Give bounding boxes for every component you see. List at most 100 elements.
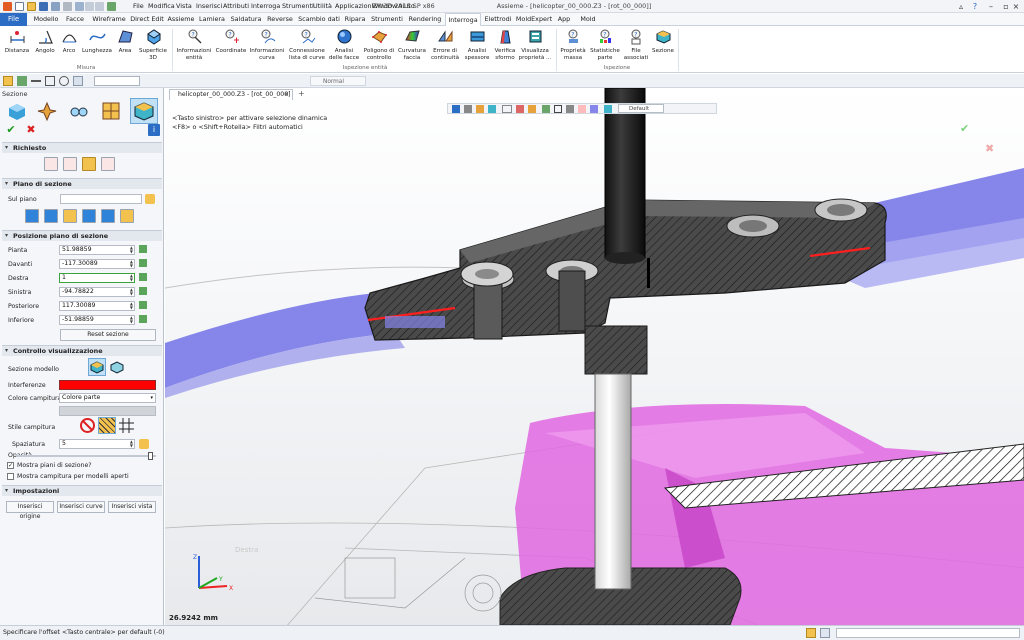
destra-field[interactable]: 1 ▲ ▼	[59, 273, 135, 283]
cancel-icon[interactable]: ✖	[24, 124, 38, 136]
visualizza-proprieta-button[interactable]: Visualizza proprietà ...	[518, 28, 552, 61]
status-icon-2[interactable]	[820, 628, 830, 638]
tab-rendering[interactable]: Rendering	[407, 13, 443, 26]
tab-reverse[interactable]: Reverse	[265, 13, 295, 26]
tab-facce[interactable]: Facce	[62, 13, 88, 26]
distanza-button[interactable]: Distanza	[2, 28, 32, 55]
info-icon[interactable]: i	[148, 124, 160, 136]
filter-icon[interactable]	[3, 76, 13, 86]
menu-window[interactable]: Window	[372, 2, 397, 10]
inserisci-curve-button[interactable]: Inserisci curve	[57, 501, 105, 513]
section-plane-offset-icon[interactable]	[63, 157, 77, 171]
menu-attributi[interactable]: Attributi	[223, 2, 249, 10]
save-icon[interactable]	[39, 2, 48, 11]
view-zoom-icon[interactable]	[554, 105, 562, 113]
spaziatura-field[interactable]: 5 ▲ ▼	[59, 439, 135, 449]
menu-interroga[interactable]: Interroga	[251, 2, 280, 10]
tab-direct-edit[interactable]: Direct Edit	[129, 13, 165, 26]
tab-modello[interactable]: Modello	[31, 13, 61, 26]
view-refresh-icon[interactable]	[464, 105, 472, 113]
reset-sezione-button[interactable]: Reset sezione	[60, 329, 156, 341]
view-orient-icon[interactable]	[452, 105, 460, 113]
plane-front-icon[interactable]	[82, 209, 96, 223]
tab-lamiera[interactable]: Lamiera	[197, 13, 227, 26]
snap-icon[interactable]	[73, 76, 83, 86]
menu-strumenti[interactable]: Strumenti	[282, 2, 314, 10]
section-plane-type-icon[interactable]	[44, 157, 58, 171]
sezione-button[interactable]: Sezione	[651, 28, 675, 55]
confirm-icon[interactable]: ✔	[960, 122, 969, 135]
section-posizione[interactable]: Posizione piano di sezione	[2, 230, 162, 241]
circle-icon[interactable]	[59, 76, 69, 86]
mode-view-icon[interactable]	[68, 100, 90, 122]
section-model-solid-icon[interactable]	[88, 358, 106, 376]
open-folder-icon[interactable]	[27, 2, 36, 11]
curvatura-faccia-button[interactable]: Curvatura faccia	[397, 28, 427, 61]
mode-mirror-icon[interactable]	[6, 100, 28, 122]
menu-file[interactable]: File	[133, 2, 144, 10]
tab-file[interactable]: File	[0, 13, 27, 26]
interferenze-color-swatch[interactable]	[59, 380, 156, 390]
3d-viewport[interactable]: <Tasto sinistro> per attivare selezione …	[165, 88, 1024, 625]
coordinate-button[interactable]: ? Coordinate	[214, 28, 248, 55]
analisi-facce-button[interactable]: Analisi delle facce	[328, 28, 360, 61]
inserisci-origine-button[interactable]: Inserisci origine	[6, 501, 54, 520]
tab-app[interactable]: App	[555, 13, 573, 26]
menu-vista[interactable]: Vista	[176, 2, 192, 10]
tab-ripara[interactable]: Ripara	[342, 13, 368, 26]
view-color-icon[interactable]	[528, 105, 536, 113]
tab-interroga[interactable]: Interroga	[445, 13, 481, 27]
tab-moldexpert[interactable]: MoldExpert	[515, 13, 553, 26]
document-tab[interactable]: helicopter_00_000.Z3 - [rot_00_000] ×	[169, 89, 293, 100]
verifica-sformo-button[interactable]: Verifica sformo	[492, 28, 518, 61]
tab-elettrodi[interactable]: Elettrodi	[483, 13, 513, 26]
opacita-slider-track[interactable]	[16, 455, 156, 457]
cut-icon[interactable]	[75, 2, 84, 11]
poligono-controllo-button[interactable]: Poligono di controllo	[361, 28, 397, 61]
status-icon-1[interactable]	[806, 628, 816, 638]
sul-piano-field[interactable]	[60, 194, 142, 204]
statistiche-parte-button[interactable]: ? Statistiche parte	[589, 28, 621, 61]
undo-icon[interactable]	[85, 2, 94, 11]
box-icon[interactable]	[45, 76, 55, 86]
menu-modifica[interactable]: Modifica	[148, 2, 175, 10]
pianta-field[interactable]: 51.98859 ▲ ▼	[59, 245, 135, 255]
proprieta-massa-button[interactable]: ? Proprietà massa	[558, 28, 588, 61]
informazioni-entita-button[interactable]: ? Informazioni entità	[175, 28, 213, 61]
tab-wireframe[interactable]: Wireframe	[90, 13, 128, 26]
line-icon[interactable]	[31, 80, 41, 82]
hatch-lines-icon[interactable]	[98, 417, 116, 434]
menu-utilita[interactable]: Utilità	[313, 2, 332, 10]
hatch-grid-icon[interactable]	[118, 417, 135, 434]
mode-section-icon[interactable]	[130, 98, 158, 124]
angolo-button[interactable]: Angolo	[32, 28, 58, 55]
opacita-slider-handle[interactable]	[148, 452, 154, 460]
command-input[interactable]	[836, 628, 1020, 638]
spaziatura-pick-icon[interactable]	[139, 439, 149, 449]
plane-xz-icon[interactable]	[63, 209, 77, 223]
plane-top-icon[interactable]	[120, 209, 134, 223]
new-tab-plus[interactable]: +	[298, 89, 305, 99]
field-pick-icons[interactable]	[139, 245, 147, 325]
errore-continuita-button[interactable]: Errore di continuità	[428, 28, 462, 61]
posteriore-field[interactable]: 117.30089 ▲ ▼	[59, 301, 135, 311]
section-model-transparent-icon[interactable]	[108, 358, 126, 376]
lunghezza-button[interactable]: Lunghezza	[80, 28, 114, 55]
print-icon[interactable]	[63, 2, 72, 11]
section-piano[interactable]: Piano di sezione	[2, 178, 162, 189]
view-style-dropdown[interactable]: Default	[618, 104, 664, 113]
sinistra-field[interactable]: -94.78822 ▲ ▼	[59, 287, 135, 297]
view-cube-icon[interactable]	[604, 105, 612, 113]
section-controllo[interactable]: Controllo visualizzazione	[2, 345, 162, 356]
inferiore-field[interactable]: -51.98859 ▲ ▼	[59, 315, 135, 325]
close-button[interactable]: ×	[1008, 1, 1024, 12]
area-button[interactable]: Area	[114, 28, 136, 55]
sul-piano-pick-icon[interactable]	[145, 194, 155, 204]
superficie-3d-button[interactable]: Superficie 3D	[136, 28, 170, 61]
informazioni-curva-button[interactable]: ? Informazioni curva	[248, 28, 286, 61]
arco-button[interactable]: Arco	[58, 28, 80, 55]
check2-checkbox[interactable]	[7, 473, 14, 480]
menu-aiuto[interactable]: Aiuto	[398, 2, 415, 10]
ok-icon[interactable]: ✔	[4, 124, 18, 136]
check1-checkbox[interactable]: ✓	[7, 462, 14, 469]
